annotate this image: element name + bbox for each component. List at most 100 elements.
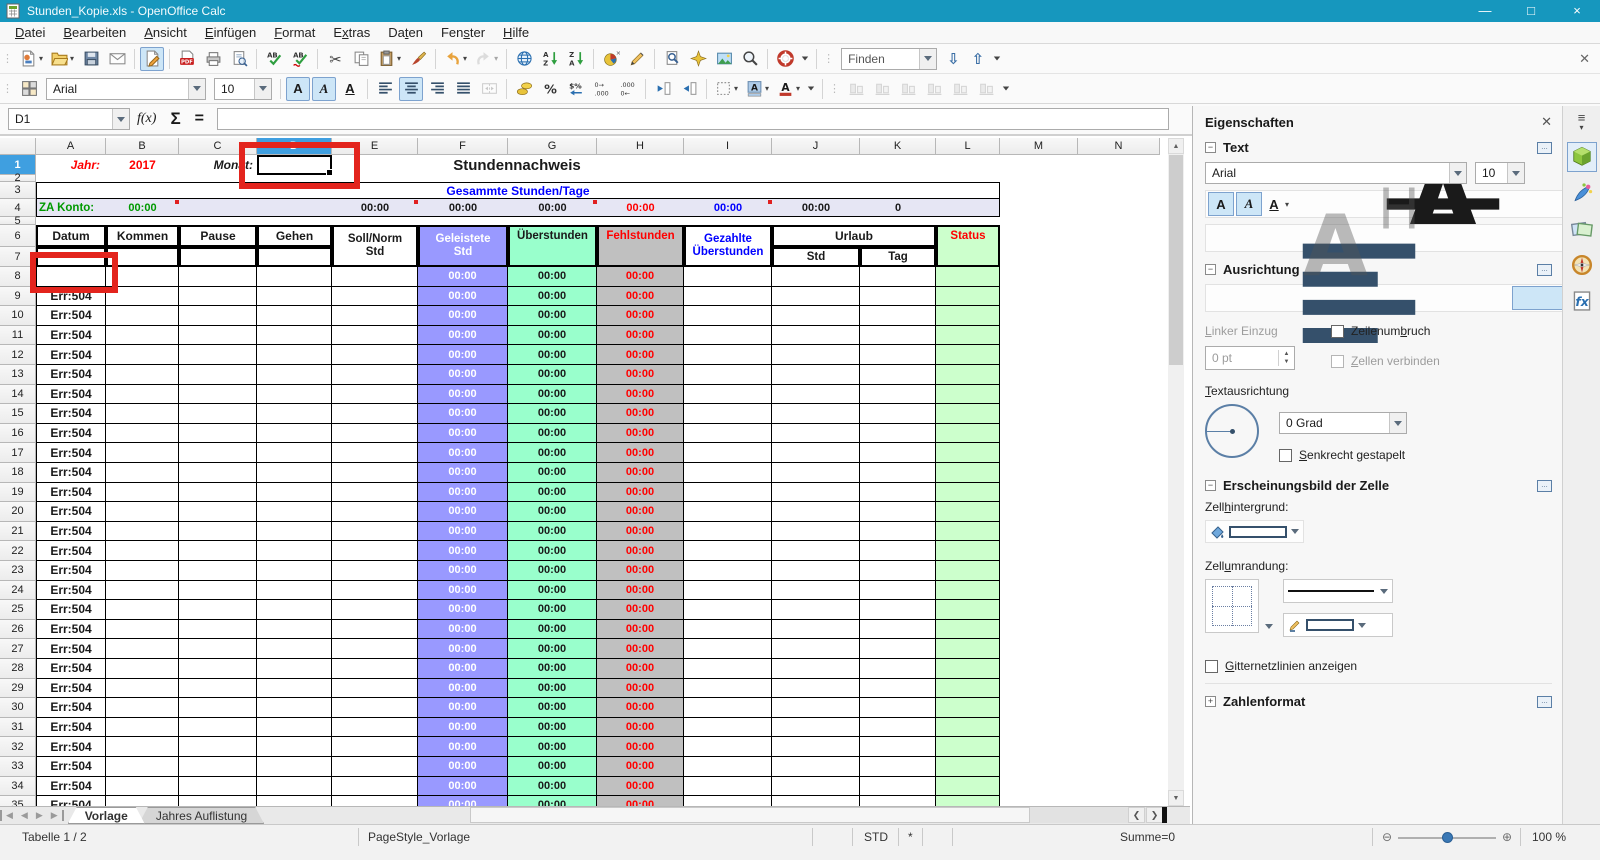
cell-I10[interactable]	[684, 306, 772, 326]
cell-G8[interactable]: 00:00	[508, 267, 597, 287]
cell-D12[interactable]	[257, 345, 332, 365]
cell-D21[interactable]	[257, 522, 332, 542]
paste-button[interactable]: ▾	[375, 47, 404, 71]
cell-L32[interactable]	[936, 737, 1000, 757]
cell-B4[interactable]: 00:00	[106, 199, 179, 217]
cell-L16[interactable]	[936, 424, 1000, 444]
cell-E30[interactable]	[332, 698, 418, 718]
cell-L9[interactable]	[936, 287, 1000, 307]
cell-J28[interactable]	[772, 659, 860, 679]
cell-C22[interactable]	[179, 541, 257, 561]
cell-B34[interactable]	[106, 777, 179, 797]
object-align-top-button[interactable]	[922, 77, 946, 101]
cell-D23[interactable]	[257, 561, 332, 581]
decrease-indent-button[interactable]	[651, 77, 675, 101]
cell-C10[interactable]	[179, 306, 257, 326]
cell-A4[interactable]: ZA Konto:	[36, 199, 106, 217]
cell-K8[interactable]	[860, 267, 936, 287]
cell-F18[interactable]: 00:00	[418, 463, 508, 483]
next-sheet-button[interactable]: ▶	[32, 810, 47, 821]
toolbar-overflow-icon[interactable]	[807, 86, 815, 91]
line-style-combo[interactable]	[1283, 579, 1393, 603]
cell-C23[interactable]	[179, 561, 257, 581]
cell-E14[interactable]	[332, 385, 418, 405]
cell-L17[interactable]	[936, 443, 1000, 463]
object-align-right-button[interactable]	[896, 77, 920, 101]
font-name-combo[interactable]: Arial	[46, 78, 206, 100]
cell-F35[interactable]: 00:00	[418, 796, 508, 806]
name-box[interactable]: D1	[8, 108, 130, 130]
undo-button[interactable]: ▾	[441, 47, 470, 71]
cell-D10[interactable]	[257, 306, 332, 326]
cell-C28[interactable]	[179, 659, 257, 679]
cell-K22[interactable]	[860, 541, 936, 561]
menu-format[interactable]: Format	[265, 23, 324, 42]
underline-button[interactable]: A	[338, 77, 362, 101]
row-header-32[interactable]: 32	[0, 737, 36, 757]
cell-D14[interactable]	[257, 385, 332, 405]
cell-B12[interactable]	[106, 345, 179, 365]
dropdown-icon[interactable]: ▾	[796, 84, 800, 93]
cell-E16[interactable]	[332, 424, 418, 444]
cell-H9[interactable]: 00:00	[597, 287, 684, 307]
cell-J26[interactable]	[772, 620, 860, 640]
zoom-level[interactable]: 100 %	[1532, 830, 1566, 844]
percent-format-button[interactable]	[538, 77, 562, 101]
cell-I27[interactable]	[684, 639, 772, 659]
hyperlink-button[interactable]	[512, 47, 536, 71]
cell-A11[interactable]: Err:504	[36, 326, 106, 346]
cell-L35[interactable]	[936, 796, 1000, 806]
column-header-L[interactable]: L	[936, 138, 1000, 155]
cell-F8[interactable]: 00:00	[418, 267, 508, 287]
cell-F26[interactable]: 00:00	[418, 620, 508, 640]
cell-J27[interactable]	[772, 639, 860, 659]
cell-L30[interactable]	[936, 698, 1000, 718]
cell-C16[interactable]	[179, 424, 257, 444]
table-header-gezahlte[interactable]: GezahlteÜberstunden	[684, 225, 772, 267]
cell-G9[interactable]: 00:00	[508, 287, 597, 307]
cell-L18[interactable]	[936, 463, 1000, 483]
row-header-14[interactable]: 14	[0, 385, 36, 405]
cell-E26[interactable]	[332, 620, 418, 640]
cell-L14[interactable]	[936, 385, 1000, 405]
cell-D13[interactable]	[257, 365, 332, 385]
superscript-button[interactable]	[1208, 226, 1510, 250]
cell-H12[interactable]: 00:00	[597, 345, 684, 365]
cell-L29[interactable]	[936, 679, 1000, 699]
cell-C12[interactable]	[179, 345, 257, 365]
selection-mode[interactable]: STD	[864, 830, 888, 844]
cell-K21[interactable]	[860, 522, 936, 542]
sidebar-menu-icon[interactable]: ≡▾	[1578, 114, 1586, 132]
align-left-button[interactable]	[373, 77, 397, 101]
row-header-15[interactable]: 15	[0, 404, 36, 424]
cell-B27[interactable]	[106, 639, 179, 659]
cell-D20[interactable]	[257, 502, 332, 522]
cell-E31[interactable]	[332, 718, 418, 738]
cell-G11[interactable]: 00:00	[508, 326, 597, 346]
cell-C29[interactable]	[179, 679, 257, 699]
menu-extras[interactable]: Extras	[324, 23, 379, 42]
cell-C14[interactable]	[179, 385, 257, 405]
cell-B15[interactable]	[106, 404, 179, 424]
cell-F27[interactable]: 00:00	[418, 639, 508, 659]
cell-L26[interactable]	[936, 620, 1000, 640]
cell-I29[interactable]	[684, 679, 772, 699]
cell-H29[interactable]: 00:00	[597, 679, 684, 699]
dialog-launcher-icon[interactable]: …	[1537, 480, 1552, 492]
cell-B13[interactable]	[106, 365, 179, 385]
cell-C33[interactable]	[179, 757, 257, 777]
cell-H13[interactable]: 00:00	[597, 365, 684, 385]
cell-B16[interactable]	[106, 424, 179, 444]
cell-F12[interactable]: 00:00	[418, 345, 508, 365]
cell-C26[interactable]	[179, 620, 257, 640]
row-header-30[interactable]: 30	[0, 698, 36, 718]
cell-C19[interactable]	[179, 483, 257, 503]
table-header-urlaub-std[interactable]: Std	[772, 247, 860, 267]
table-header-urlaub-tag[interactable]: Tag	[860, 247, 936, 267]
cell-L33[interactable]	[936, 757, 1000, 777]
cell-C34[interactable]	[179, 777, 257, 797]
menu-bearbeiten[interactable]: Bearbeiten	[54, 23, 135, 42]
cell-G15[interactable]: 00:00	[508, 404, 597, 424]
collapse-icon[interactable]: −	[1205, 480, 1216, 491]
cell-E18[interactable]	[332, 463, 418, 483]
